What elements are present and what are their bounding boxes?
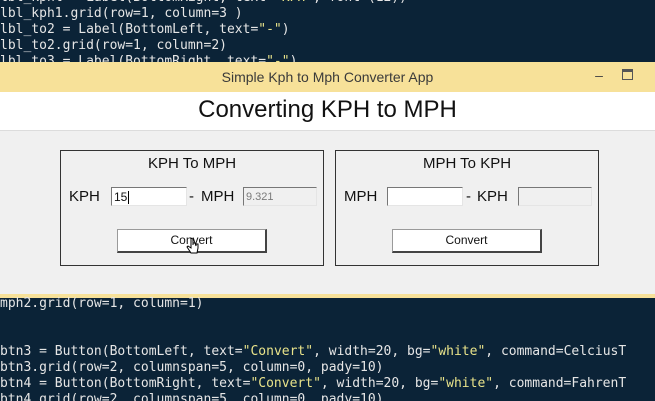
- kph-input-value: 15: [114, 190, 128, 204]
- mph-to-kph-panel: MPH To KPH MPH - KPH Convert: [335, 150, 599, 266]
- code-text: lbl_kphl = Label(BottomRight, text=: [0, 0, 274, 5]
- code-line: lbl_to2.grid(row=1, column=2): [0, 38, 655, 54]
- window-title: Simple Kph to Mph Converter App: [221, 69, 434, 85]
- mph-output: 9.321: [243, 187, 317, 206]
- code-editor-bottom: mph2.grid(row=1, column=1) btn3 = Button(…: [0, 296, 655, 401]
- code-text: lbl_to2 = Label(BottomLeft, text=: [0, 22, 259, 37]
- code-text: , command=CelciusT: [485, 344, 627, 359]
- convert-mph-button[interactable]: Convert: [392, 229, 542, 253]
- code-line: lbl_kph1.grid(row=1, column=3 ): [0, 6, 655, 22]
- code-text: mph2.grid(row=1, column=1): [0, 296, 204, 311]
- code-text: lbl_to2.grid(row=1, column=2): [0, 38, 227, 53]
- code-line: mph2.grid(row=1, column=1): [0, 296, 655, 312]
- code-string: "white": [430, 344, 486, 359]
- mouse-pointer-icon: [186, 237, 199, 254]
- kph-label: KPH: [69, 188, 100, 205]
- code-text: btn4.grid(row=2, columnspan=5, column=0,…: [0, 392, 384, 401]
- maximize-icon[interactable]: [616, 66, 638, 86]
- code-line: btn3.grid(row=2, columnspan=5, column=0,…: [0, 360, 655, 376]
- code-string: "Convert": [242, 344, 314, 359]
- kph-output: [518, 187, 592, 206]
- code-line: lbl_to2 = Label(BottomLeft, text="-"): [0, 22, 655, 38]
- code-line: btn4 = Button(BottomRight, text="Convert…: [0, 376, 655, 392]
- page-title: Converting KPH to MPH: [198, 96, 457, 123]
- panel-title: KPH To MPH: [147, 155, 237, 172]
- separator-dash: -: [189, 188, 194, 205]
- converter-window: Simple Kph to Mph Converter App – Conver…: [0, 62, 655, 298]
- minimize-icon[interactable]: –: [588, 66, 610, 86]
- code-string: "white": [438, 376, 494, 391]
- panel-title: MPH To KPH: [422, 155, 512, 172]
- code-text: btn3.grid(row=2, columnspan=5, column=0,…: [0, 360, 384, 375]
- code-text: lbl_kph1.grid(row=1, column=3 ): [0, 6, 243, 21]
- code-text: btn3 = Button(BottomLeft, text=: [0, 344, 243, 359]
- code-text: ): [281, 22, 290, 37]
- code-text: , font=(12)): [313, 0, 407, 5]
- mph-label: MPH: [344, 188, 378, 205]
- code-text: btn4 = Button(BottomRight, text=: [0, 376, 251, 391]
- mph-input[interactable]: [387, 187, 463, 206]
- code-text: , command=FahrenT: [493, 376, 627, 391]
- code-line: btn3 = Button(BottomLeft, text="Convert"…: [0, 344, 655, 360]
- code-string: "-": [258, 22, 282, 37]
- code-line: btn4.grid(row=2, columnspan=5, column=0,…: [0, 392, 655, 401]
- mph-label: MPH: [201, 188, 235, 205]
- kph-label: KPH: [477, 188, 508, 205]
- text-caret: [128, 191, 130, 205]
- code-string: "Convert": [250, 376, 321, 391]
- code-string: "KPH": [274, 0, 313, 5]
- separator-dash: -: [466, 188, 471, 205]
- code-text: , width=20, bg=: [320, 376, 439, 391]
- kph-input[interactable]: 15: [111, 187, 187, 206]
- code-text: , width=20, bg=: [313, 344, 431, 359]
- header-band: Converting KPH to MPH: [0, 92, 655, 131]
- window-titlebar[interactable]: Simple Kph to Mph Converter App –: [0, 62, 655, 92]
- code-editor-top: lbl_kphl = Label(BottomRight, text="KPH"…: [0, 0, 655, 66]
